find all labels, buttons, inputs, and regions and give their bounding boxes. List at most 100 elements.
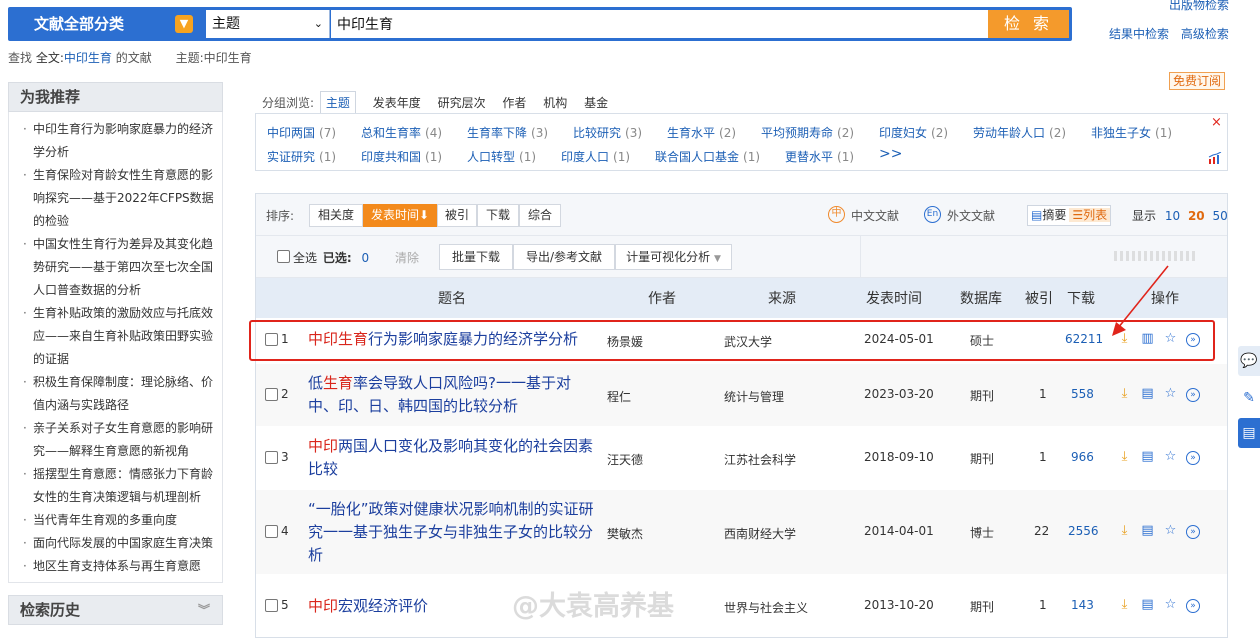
- result-title[interactable]: “一胎化”政策对健康状况影响机制的实证研究一一基于独生子女与非独生子女的比较分析: [308, 498, 600, 567]
- table-row[interactable]: 2 低生育率会导致人口风险吗?一一基于对中、印、日、韩四国的比较分析 程仁 统计…: [256, 364, 1227, 426]
- facet-item[interactable]: 非独生子女 (1): [1091, 124, 1172, 141]
- source[interactable]: 统计与管理: [724, 388, 784, 405]
- star-icon[interactable]: ☆: [1163, 386, 1178, 401]
- list-item[interactable]: 中国女性生育行为差异及其变化趋势研究——基于第四次至七次全国人口普查数据的分析: [23, 233, 216, 302]
- html-read-icon[interactable]: ▤: [1140, 449, 1155, 464]
- row-checkbox[interactable]: [265, 599, 278, 612]
- sort-composite[interactable]: 综合: [519, 204, 561, 227]
- facet-item[interactable]: 印度人口 (1): [561, 148, 630, 165]
- table-row[interactable]: 3 中印两国人口变化及影响其变化的社会因素比较 汪天德 江苏社会科学 2018-…: [256, 428, 1227, 488]
- sort-cited[interactable]: 被引: [437, 204, 477, 227]
- tab-year[interactable]: 发表年度: [373, 92, 421, 114]
- facet-item[interactable]: 实证研究 (1): [267, 148, 336, 165]
- result-title[interactable]: 低生育率会导致人口风险吗?一一基于对中、印、日、韩四国的比较分析: [308, 372, 600, 418]
- publication-search-link[interactable]: 出版物检索: [1169, 0, 1229, 12]
- feedback-icon[interactable]: 💬: [1238, 346, 1260, 376]
- chart-icon[interactable]: [1208, 151, 1222, 164]
- view-summary-button[interactable]: ▤摘要: [1028, 208, 1069, 222]
- row-checkbox[interactable]: [265, 388, 278, 401]
- close-icon[interactable]: ×: [1211, 115, 1222, 130]
- author[interactable]: 汪天德: [607, 451, 643, 468]
- pencil-icon[interactable]: ✎: [1238, 383, 1260, 413]
- list-item[interactable]: 面向代际发展的中国家庭生育决策: [23, 532, 216, 555]
- sort-date[interactable]: 发表时间⬇: [363, 204, 437, 227]
- quote-icon[interactable]: »: [1186, 451, 1200, 465]
- facet-item[interactable]: 生育水平 (2): [667, 124, 736, 141]
- cited-count[interactable]: 1: [1039, 450, 1047, 464]
- facet-item[interactable]: 人口转型 (1): [467, 148, 536, 165]
- html-read-icon[interactable]: ▤: [1140, 386, 1155, 401]
- cited-count[interactable]: 22: [1034, 524, 1049, 538]
- list-item[interactable]: 地区生育支持体系与再生育意愿: [23, 555, 216, 578]
- facet-item[interactable]: 总和生育率 (4): [361, 124, 442, 141]
- download-count[interactable]: 143: [1071, 598, 1094, 612]
- page-size-50[interactable]: 50: [1212, 209, 1227, 223]
- download-count[interactable]: 2556: [1068, 524, 1099, 538]
- list-item[interactable]: 当代青年生育观的多重向度: [23, 509, 216, 532]
- search-input[interactable]: [331, 10, 988, 38]
- list-item[interactable]: 中印生育行为影响家庭暴力的经济学分析: [23, 118, 216, 164]
- table-row[interactable]: 5 中印宏观经济评价 世界与社会主义 2013-10-20 期刊 1 143 ⤓…: [256, 576, 1227, 636]
- download-icon[interactable]: ⤓: [1117, 449, 1132, 464]
- clear-button[interactable]: 清除: [395, 251, 419, 265]
- source[interactable]: 江苏社会科学: [724, 451, 796, 468]
- cited-count[interactable]: 1: [1039, 598, 1047, 612]
- star-icon[interactable]: ☆: [1163, 523, 1178, 538]
- quote-icon[interactable]: »: [1186, 599, 1200, 613]
- facet-item[interactable]: 中印两国 (7): [267, 124, 336, 141]
- select-all-checkbox[interactable]: [277, 250, 290, 263]
- result-search-link[interactable]: 结果中检索: [1109, 27, 1169, 41]
- tab-fund[interactable]: 基金: [584, 92, 608, 114]
- chevron-down-icon[interactable]: ▼: [175, 15, 193, 33]
- sort-download[interactable]: 下载: [477, 204, 519, 227]
- download-icon[interactable]: ⤓: [1117, 523, 1132, 538]
- free-subscribe-button[interactable]: 免费订阅: [1169, 72, 1226, 90]
- list-item[interactable]: 亲子关系对子女生育意愿的影响研究——解释生育意愿的新视角: [23, 417, 216, 463]
- author[interactable]: 樊敏杰: [607, 525, 643, 542]
- history-panel[interactable]: 检索历史 ︾: [8, 595, 223, 625]
- facet-item[interactable]: 印度共和国 (1): [361, 148, 442, 165]
- result-title[interactable]: 中印两国人口变化及影响其变化的社会因素比较: [308, 435, 600, 481]
- facet-item[interactable]: 联合国人口基金 (1): [655, 148, 760, 165]
- page-size-20[interactable]: 20: [1188, 209, 1205, 223]
- facet-item[interactable]: 比较研究 (3): [573, 124, 642, 141]
- source[interactable]: 世界与社会主义: [724, 599, 808, 616]
- list-item[interactable]: 积极生育保障制度：理论脉络、价值内涵与实践路径: [23, 371, 216, 417]
- facet-item[interactable]: 生育率下降 (3): [467, 124, 548, 141]
- view-list-button[interactable]: ☰列表: [1069, 208, 1111, 222]
- facet-item[interactable]: 更替水平 (1): [785, 148, 854, 165]
- visualize-button[interactable]: 计量可视化分析 ▼: [615, 244, 732, 270]
- download-icon[interactable]: ⤓: [1117, 597, 1132, 612]
- download-count[interactable]: 966: [1071, 450, 1094, 464]
- html-read-icon[interactable]: ▤: [1140, 523, 1155, 538]
- source[interactable]: 西南财经大学: [724, 525, 796, 542]
- star-icon[interactable]: ☆: [1163, 597, 1178, 612]
- foreign-docs-link[interactable]: 外文文献: [947, 207, 995, 224]
- list-item[interactable]: 生育补贴政策的激励效应与托底效应——来自生育补贴政策田野实验的证据: [23, 302, 216, 371]
- sort-relevance[interactable]: 相关度: [309, 204, 363, 227]
- table-row[interactable]: 4 “一胎化”政策对健康状况影响机制的实证研究一一基于独生子女与非独生子女的比较…: [256, 490, 1227, 574]
- tab-subject[interactable]: 主题: [319, 91, 356, 114]
- chinese-docs-link[interactable]: 中文文献: [851, 207, 899, 224]
- tab-institution[interactable]: 机构: [543, 92, 567, 114]
- note-icon[interactable]: ▤: [1238, 418, 1260, 448]
- export-button[interactable]: 导出/参考文献: [513, 244, 615, 270]
- row-checkbox[interactable]: [265, 451, 278, 464]
- list-item[interactable]: 生育保险对育龄女性生育意愿的影响探究——基于2022年CFPS数据的检验: [23, 164, 216, 233]
- tab-level[interactable]: 研究层次: [438, 92, 486, 114]
- facet-item[interactable]: 劳动年龄人口 (2): [973, 124, 1066, 141]
- quote-icon[interactable]: »: [1186, 388, 1200, 402]
- quote-icon[interactable]: »: [1186, 525, 1200, 539]
- page-size-10[interactable]: 10: [1165, 209, 1180, 223]
- field-select[interactable]: 主题 ⌄: [206, 10, 330, 38]
- star-icon[interactable]: ☆: [1163, 449, 1178, 464]
- search-button[interactable]: 检 索: [988, 10, 1069, 38]
- list-item[interactable]: 摇摆型生育意愿：情感张力下育龄女性的生育决策逻辑与机理剖析: [23, 463, 216, 509]
- facet-item[interactable]: 印度妇女 (2): [879, 124, 948, 141]
- download-icon[interactable]: ⤓: [1117, 386, 1132, 401]
- facet-more-button[interactable]: >>: [879, 146, 902, 162]
- fulltext-term[interactable]: 中印生育: [64, 51, 112, 65]
- author[interactable]: 程仁: [607, 388, 631, 405]
- cited-count[interactable]: 1: [1039, 387, 1047, 401]
- html-read-icon[interactable]: ▤: [1140, 597, 1155, 612]
